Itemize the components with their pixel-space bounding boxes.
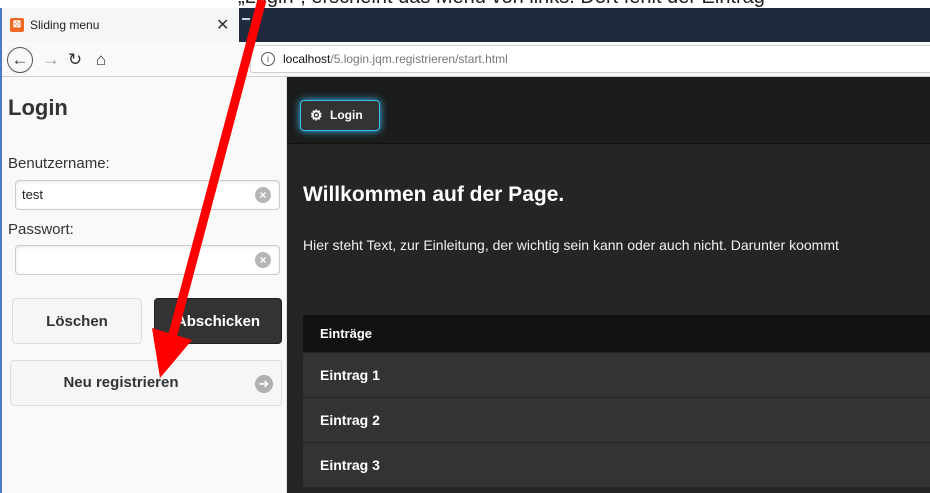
password-label: Passwort: [8, 221, 74, 238]
list-header: Einträge [303, 315, 930, 352]
submit-button[interactable]: Abschicken [154, 298, 282, 344]
new-tab-edge [242, 18, 250, 20]
username-input[interactable]: test × [15, 180, 280, 210]
main-page: ⚙ Login Willkommen auf der Page. Hier st… [287, 77, 930, 493]
list-item[interactable]: Eintrag 2 [303, 397, 930, 442]
username-value: test [22, 187, 43, 202]
sliding-login-panel: Login Benutzername: test × Passwort: × L… [2, 77, 287, 493]
clear-button[interactable]: Löschen [12, 298, 142, 344]
tab-title: Sliding menu [30, 18, 100, 32]
info-icon[interactable]: i [261, 52, 275, 66]
list-item[interactable]: Eintrag 1 [303, 352, 930, 397]
reload-icon[interactable]: ↻ [62, 47, 88, 73]
panel-title: Login [8, 95, 68, 120]
login-label: Login [330, 108, 363, 122]
caption-strip: „Login“, erscheint das Menü von links. D… [0, 0, 930, 8]
forward-icon[interactable]: → [38, 47, 64, 73]
username-label: Benutzername: [8, 155, 110, 172]
tab-bar: ⊠ Sliding menu ✕ [2, 8, 930, 42]
register-button[interactable]: Neu registrieren ➜ [10, 360, 282, 406]
gear-icon: ⚙ [310, 107, 323, 123]
entries-list: Einträge Eintrag 1 Eintrag 2 Eintrag 3 [303, 315, 930, 487]
close-icon[interactable]: ✕ [216, 15, 229, 35]
page-viewport: Login Benutzername: test × Passwort: × L… [2, 77, 930, 493]
list-item[interactable]: Eintrag 3 [303, 442, 930, 487]
login-button[interactable]: ⚙ Login [300, 100, 380, 131]
xampp-icon: ⊠ [10, 18, 24, 32]
password-input[interactable]: × [15, 245, 280, 275]
clear-input-icon[interactable]: × [255, 187, 271, 203]
navigation-bar: ← → ↻ ⌂ i localhost/5.login.jqm.registri… [2, 42, 930, 77]
arrow-right-icon: ➜ [255, 375, 273, 393]
welcome-heading: Willkommen auf der Page. [303, 183, 565, 206]
home-icon[interactable]: ⌂ [88, 47, 114, 73]
back-icon[interactable]: ← [7, 47, 33, 73]
caption-text: „Login“, erscheint das Menü von links. D… [238, 0, 765, 8]
browser-window: ⊠ Sliding menu ✕ ← → ↻ ⌂ i localhost/5.l… [0, 8, 930, 493]
intro-text: Hier steht Text, zur Einleitung, der wic… [303, 237, 839, 253]
register-label: Neu registrieren [63, 374, 179, 391]
url-bar[interactable]: i localhost/5.login.jqm.registrieren/sta… [250, 45, 930, 73]
page-header: ⚙ Login [287, 77, 930, 144]
clear-input-icon[interactable]: × [255, 252, 271, 268]
tab-sliding-menu[interactable]: ⊠ Sliding menu ✕ [2, 8, 239, 42]
url-text: localhost/5.login.jqm.registrieren/start… [283, 52, 508, 66]
